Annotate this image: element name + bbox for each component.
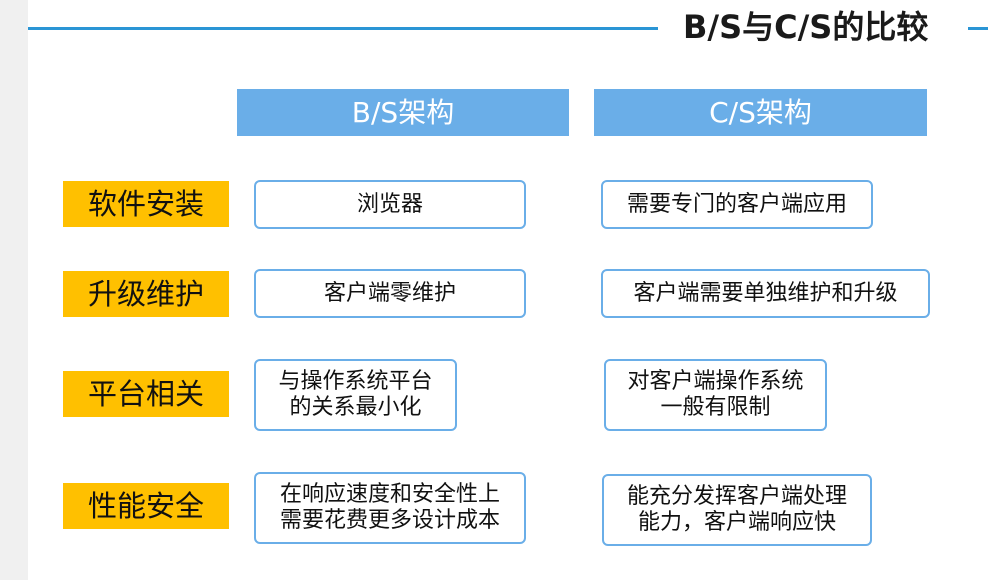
cell-cs-platform-dependency: 对客户端操作系统 一般有限制 [604,359,827,431]
cell-bs-upgrade-maintenance: 客户端零维护 [254,269,526,318]
slide: B/S与C/S的比较 B/S架构 C/S架构 软件安装 浏览器 需要专门的客户端… [28,0,990,580]
cell-text: 浏览器 [356,191,423,217]
cell-bs-software-install: 浏览器 [254,180,526,229]
cell-text: 在响应速度和安全性上 需要花费更多设计成本 [279,482,500,533]
cell-cs-software-install: 需要专门的客户端应用 [601,180,873,229]
cell-text: 能充分发挥客户端处理 能力，客户端响应快 [626,484,847,535]
cell-text: 与操作系统平台 的关系最小化 [278,369,433,420]
cell-cs-performance-security: 能充分发挥客户端处理 能力，客户端响应快 [602,474,872,546]
column-header-cs: C/S架构 [594,89,927,136]
cell-text: 对客户端操作系统 一般有限制 [627,369,804,420]
row-label-upgrade-maintenance: 升级维护 [63,271,229,317]
cell-text: 需要专门的客户端应用 [626,191,847,217]
title-rule-left [28,27,658,30]
cell-bs-performance-security: 在响应速度和安全性上 需要花费更多设计成本 [254,472,526,544]
row-label-software-install: 软件安装 [63,181,229,227]
title-rule-right [968,27,988,30]
row-label-performance-security: 性能安全 [63,483,229,529]
row-label-platform-dependency: 平台相关 [63,371,229,417]
cell-text: 客户端零维护 [323,280,456,306]
cell-text: 客户端需要单独维护和升级 [633,280,898,306]
cell-bs-platform-dependency: 与操作系统平台 的关系最小化 [254,359,457,431]
slide-title: B/S与C/S的比较 [683,8,929,46]
column-header-bs: B/S架构 [237,89,569,136]
cell-cs-upgrade-maintenance: 客户端需要单独维护和升级 [601,269,930,318]
